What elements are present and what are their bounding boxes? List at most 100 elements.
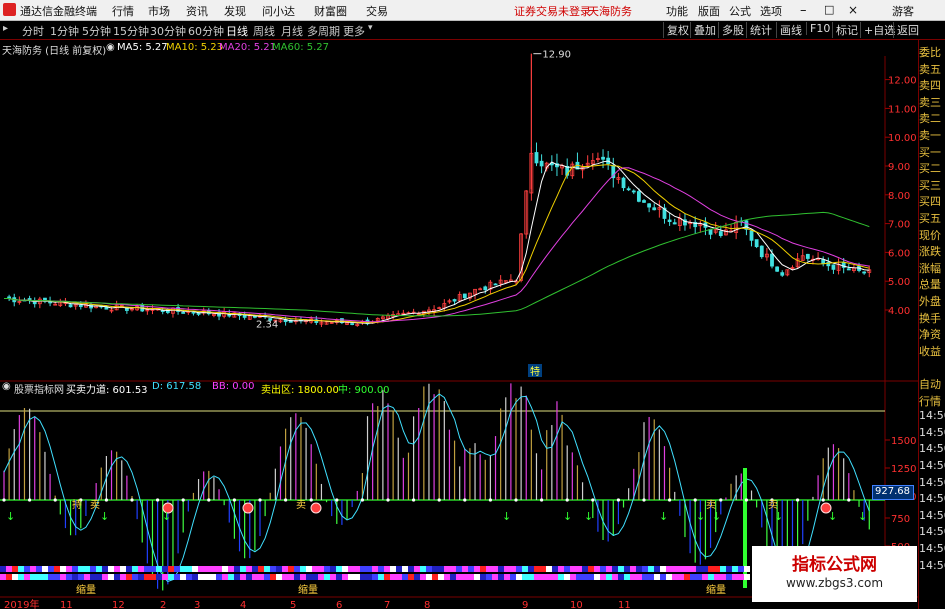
strip-cell xyxy=(582,566,588,572)
price-tick-label: 7.00 xyxy=(888,220,910,231)
strip-cell xyxy=(162,574,168,580)
sidebar-row: 净资 xyxy=(919,328,941,342)
strip-cell xyxy=(360,574,366,580)
tab-period-weekly[interactable]: 周线 xyxy=(253,23,275,39)
menu-item-discover[interactable]: 发现 xyxy=(224,3,246,19)
tab-period-15min[interactable]: 15分钟 xyxy=(113,23,149,39)
strip-cell xyxy=(516,574,522,580)
more-dropdown-icon[interactable]: ▾ xyxy=(368,23,373,33)
strip-cell xyxy=(294,574,300,580)
menu-item-trade[interactable]: 交易 xyxy=(366,3,388,19)
tool-back-button[interactable]: 返回 xyxy=(893,22,919,38)
strip-cell xyxy=(90,574,96,580)
menu-item-options[interactable]: 选项 xyxy=(760,3,782,19)
mid-line-dot xyxy=(181,498,185,502)
tab-period-intraday[interactable]: 分时 xyxy=(22,23,44,39)
indicator-d: D: 617.58 xyxy=(152,381,202,392)
strip-cell xyxy=(138,566,144,572)
down-arrow-icon: ↓ xyxy=(584,510,593,523)
sidebar-row: 买一 xyxy=(919,145,941,159)
tab-period-more[interactable]: 更多 xyxy=(343,23,365,39)
tab-period-daily[interactable]: 日线 xyxy=(226,23,248,39)
candle-body xyxy=(626,188,631,191)
tab-period-monthly[interactable]: 月线 xyxy=(281,23,303,39)
strip-cell xyxy=(318,566,324,572)
strip-cell xyxy=(624,574,630,580)
tab-period-multi[interactable]: 多周期 xyxy=(307,23,340,39)
down-arrow-icon: ↓ xyxy=(659,510,668,523)
strip-cell xyxy=(414,566,420,572)
tab-period-5min[interactable]: 5分钟 xyxy=(82,23,111,39)
chart-area[interactable]: 12.0011.0010.009.008.007.006.005.004.00 … xyxy=(0,40,918,609)
tool-stats-button[interactable]: 统计 xyxy=(746,22,772,38)
tool-draw-button[interactable]: 画线 xyxy=(776,22,802,38)
strip-cell xyxy=(432,574,438,580)
close-icon[interactable]: × xyxy=(848,3,858,17)
strip-cell xyxy=(612,566,618,572)
strip-cell xyxy=(246,566,252,572)
strip-cell xyxy=(414,574,420,580)
strip-cell xyxy=(396,574,402,580)
strip-cell xyxy=(258,574,264,580)
sidebar-row: 14:50 xyxy=(919,425,945,439)
strip-cell xyxy=(18,566,24,572)
tool-mark-button[interactable]: 标记 xyxy=(832,22,858,38)
candle-body xyxy=(862,271,867,274)
strip-cell xyxy=(540,566,546,572)
sidebar-row: 14:50 xyxy=(919,475,945,489)
strip-cell xyxy=(480,574,486,580)
indicator-title[interactable]: 股票指标网 xyxy=(14,381,64,396)
tab-period-60min[interactable]: 60分钟 xyxy=(188,23,224,39)
menu-item-ask[interactable]: 问小达 xyxy=(262,3,295,19)
menu-item-layout[interactable]: 版面 xyxy=(698,3,720,19)
indicator-settings-icon[interactable]: ◉ xyxy=(2,381,11,392)
toolbar-toggle-icon[interactable]: ▸ xyxy=(3,23,8,34)
tool-f10-button[interactable]: F10 xyxy=(806,22,830,35)
guest-button[interactable]: 游客 xyxy=(892,3,914,19)
strip-cell xyxy=(726,566,732,572)
minimize-icon[interactable]: – xyxy=(800,3,807,18)
menu-item-formula[interactable]: 公式 xyxy=(729,3,751,19)
strip-cell xyxy=(552,566,558,572)
strip-cell xyxy=(372,574,378,580)
strip-cell xyxy=(66,566,72,572)
strip-cell xyxy=(744,566,750,572)
strip-cell xyxy=(714,574,720,580)
menu-item-news[interactable]: 资讯 xyxy=(186,3,208,19)
mid-line-dot xyxy=(309,498,313,502)
menu-item-function[interactable]: 功能 xyxy=(666,3,688,19)
candle-body xyxy=(749,230,754,241)
strip-cell xyxy=(606,566,612,572)
menu-item-quotes[interactable]: 行情 xyxy=(112,3,134,19)
strip-cell xyxy=(348,574,354,580)
strip-cell xyxy=(84,574,90,580)
tool-overlay-button[interactable]: 叠加 xyxy=(690,22,716,38)
strip-cell xyxy=(678,574,684,580)
tab-period-30min[interactable]: 30分钟 xyxy=(150,23,186,39)
strip-cell xyxy=(402,574,408,580)
price-tick-label: 10.00 xyxy=(888,133,917,144)
menu-item-market[interactable]: 市场 xyxy=(148,3,170,19)
tool-multi-stock-button[interactable]: 多股 xyxy=(718,22,744,38)
strip-cell xyxy=(126,566,132,572)
strip-cell xyxy=(108,574,114,580)
down-arrow-icon: ↓ xyxy=(858,510,867,523)
strip-cell xyxy=(36,566,42,572)
strip-cell xyxy=(474,566,480,572)
sidebar-row: 卖四 xyxy=(919,79,941,93)
restore-icon[interactable]: □ xyxy=(824,3,834,16)
tool-add-watchlist-button[interactable]: +自选 xyxy=(860,22,895,38)
tab-period-1min[interactable]: 1分钟 xyxy=(50,23,79,39)
menu-item-wealth[interactable]: 财富圈 xyxy=(314,3,347,19)
strip-cell xyxy=(60,566,66,572)
strip-cell xyxy=(642,574,648,580)
strip-cell xyxy=(486,574,492,580)
strip-cell xyxy=(468,574,474,580)
mid-line-dot xyxy=(668,498,672,502)
tool-adjust-button[interactable]: 复权 xyxy=(663,22,689,38)
candle-body xyxy=(452,299,457,302)
login-notice[interactable]: 证券交易未登录 xyxy=(514,3,591,19)
strip-cell xyxy=(0,574,6,580)
strip-cell xyxy=(204,566,210,572)
sidebar-row: 买五 xyxy=(919,212,941,225)
